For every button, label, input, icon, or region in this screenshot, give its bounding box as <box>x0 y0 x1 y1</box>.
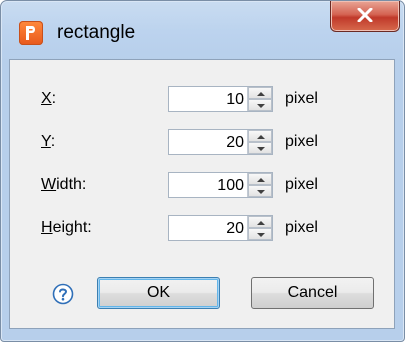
width-field[interactable]: 100 <box>168 172 273 198</box>
y-spinner[interactable] <box>247 130 272 154</box>
width-label: Width: <box>41 176 87 193</box>
width-spinner[interactable] <box>247 173 272 197</box>
x-spinner[interactable] <box>247 87 272 111</box>
height-decrement-button[interactable] <box>248 228 272 240</box>
y-decrement-button[interactable] <box>248 142 272 154</box>
cancel-button[interactable]: Cancel <box>251 277 374 309</box>
window-title: rectangle <box>57 22 136 43</box>
title-bar[interactable]: rectangle <box>1 1 404 59</box>
height-spinner[interactable] <box>247 216 272 240</box>
width-decrement-button[interactable] <box>248 185 272 197</box>
y-label: Y: <box>41 133 56 150</box>
app-logo-icon <box>19 21 43 45</box>
x-unit: pixel <box>285 90 318 107</box>
x-value[interactable]: 10 <box>226 91 244 109</box>
close-button[interactable] <box>330 1 400 32</box>
width-value[interactable]: 100 <box>217 177 244 195</box>
height-label: Height: <box>41 219 92 236</box>
height-value[interactable]: 20 <box>226 220 244 238</box>
x-decrement-button[interactable] <box>248 99 272 111</box>
y-field[interactable]: 20 <box>168 129 273 155</box>
height-field[interactable]: 20 <box>168 215 273 241</box>
height-unit: pixel <box>285 219 318 236</box>
help-icon[interactable] <box>52 283 74 305</box>
dialog-window: rectangle X: 10 pixel Y: 20 pixel Width:… <box>0 0 405 342</box>
y-unit: pixel <box>285 133 318 150</box>
x-field[interactable]: 10 <box>168 86 273 112</box>
x-increment-button[interactable] <box>248 87 272 99</box>
width-unit: pixel <box>285 176 318 193</box>
width-increment-button[interactable] <box>248 173 272 185</box>
y-increment-button[interactable] <box>248 130 272 142</box>
x-label: X: <box>41 90 57 107</box>
ok-button[interactable]: OK <box>97 277 220 309</box>
y-value[interactable]: 20 <box>226 134 244 152</box>
height-increment-button[interactable] <box>248 216 272 228</box>
